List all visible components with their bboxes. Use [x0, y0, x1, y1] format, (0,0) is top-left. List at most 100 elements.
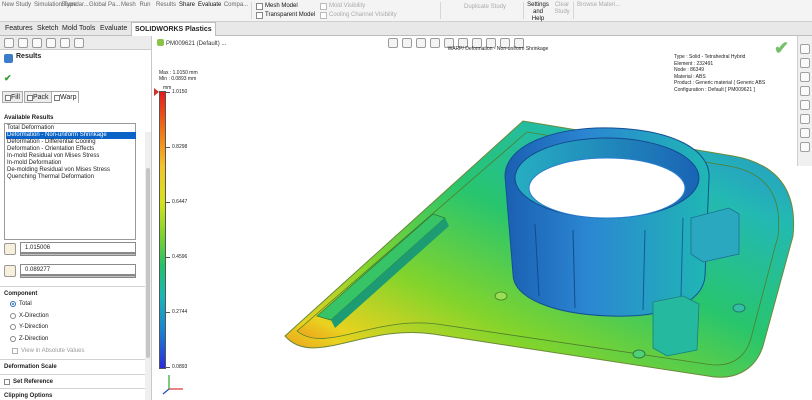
mesh-model-checkbox[interactable]	[256, 3, 263, 10]
custom-properties-icon[interactable]	[800, 114, 810, 124]
component-total-radio[interactable]: Total	[10, 300, 140, 308]
confirmation-check-icon[interactable]: ✔	[774, 38, 789, 59]
scale-tick-label: 0.2744	[172, 309, 188, 315]
plastics-manager-icon[interactable]	[74, 38, 84, 48]
scale-tick	[166, 312, 170, 313]
info-line: Configuration : Default [ PM009621 ]	[674, 86, 755, 93]
panel-scrollbar[interactable]	[145, 132, 151, 400]
run-button[interactable]: Run	[139, 2, 151, 9]
component-y-radio[interactable]: Y-Direction	[10, 323, 140, 331]
file-explorer-icon[interactable]	[800, 86, 810, 96]
list-item[interactable]: In-mold Deformation	[6, 160, 136, 167]
command-ribbon: New Study Simulation Type Boundar... Glo…	[0, 0, 812, 22]
list-item[interactable]: De-molding Residual von Mises Stress	[6, 167, 136, 174]
feature-tree-icon[interactable]	[4, 38, 14, 48]
max-value-field[interactable]: 1.015006	[4, 242, 136, 256]
list-item[interactable]: Total Deformation	[6, 125, 136, 132]
radio-label: Z-Direction	[19, 336, 49, 342]
results-list[interactable]: Total Deformation Deformation - Non-unif…	[4, 123, 136, 240]
share-button[interactable]: Share	[179, 2, 195, 9]
browse-material-button[interactable]: Browse Materi...	[577, 2, 620, 9]
ribbon-separator	[440, 2, 441, 19]
divider	[0, 388, 150, 389]
component-z-radio[interactable]: Z-Direction	[10, 335, 140, 343]
tab-sketch[interactable]: Sketch	[34, 22, 61, 36]
clear-study-button[interactable]: Clear Study	[554, 2, 570, 16]
results-button[interactable]: Results	[156, 2, 176, 9]
list-item[interactable]: Deformation - Orientation Effects	[6, 146, 136, 153]
radio-selected-icon	[10, 301, 16, 307]
resources-icon[interactable]	[800, 58, 810, 68]
appearances-icon[interactable]	[800, 100, 810, 110]
tab-evaluate[interactable]: Evaluate	[97, 22, 130, 36]
configuration-manager-icon[interactable]	[32, 38, 42, 48]
radio-icon	[10, 313, 16, 319]
radio-label: X-Direction	[19, 313, 49, 319]
deformation-scale-label[interactable]: Deformation Scale	[4, 364, 57, 370]
list-item[interactable]: Deformation - Non-uniform Shrinkage	[6, 132, 136, 139]
duplicate-study-button[interactable]: Duplicate Study	[464, 4, 506, 11]
graphics-viewport[interactable]: PM009621 (Default) ... WARP/ Deformation…	[153, 36, 812, 400]
evaluate-button[interactable]: Evaluate	[198, 2, 221, 9]
min-max-readout: Max : 1.0150 mm Min : 0.0893 mm	[159, 70, 198, 82]
global-parameters-button[interactable]: Global Pa...	[89, 2, 120, 9]
settings-help-button[interactable]: Settings and Help	[526, 2, 550, 23]
scale-tick-label: 0.8298	[172, 144, 188, 150]
plastics-library-icon[interactable]	[800, 128, 810, 138]
display-manager-icon[interactable]	[60, 38, 70, 48]
list-item[interactable]: Quenching Thermal Deformation	[6, 174, 136, 181]
max-value-input[interactable]: 1.015006	[20, 242, 136, 253]
transparent-model-checkbox[interactable]	[256, 12, 263, 19]
tab-features[interactable]: Features	[2, 22, 36, 36]
subtab-warp[interactable]: Warp	[51, 91, 80, 103]
mold-visibility-checkbox[interactable]	[320, 3, 327, 10]
dimxpert-icon[interactable]	[46, 38, 56, 48]
compare-button[interactable]: Compa...	[223, 2, 249, 9]
tab-solidworks-plastics[interactable]: SOLIDWORKS Plastics	[131, 22, 216, 36]
mold-visibility-label[interactable]: Mold Visibility	[329, 3, 365, 10]
result-caption: WARP/ Deformation - Non-uniform Shrinkag…	[447, 46, 549, 52]
zoom-fit-icon[interactable]	[388, 38, 398, 48]
triad-axes-icon	[162, 375, 183, 395]
results-icon	[4, 54, 13, 63]
cooling-channel-visibility-checkbox[interactable]	[320, 12, 327, 19]
property-manager-icon[interactable]	[18, 38, 28, 48]
scrollbar-thumb[interactable]	[146, 168, 150, 358]
list-item[interactable]: In-mold Residual von Mises Stress	[6, 153, 136, 160]
forum-icon[interactable]	[800, 142, 810, 152]
results-property-manager: Results ✔ Fill Pack Warp Available Resul…	[0, 36, 152, 400]
cooling-channel-visibility-label[interactable]: Cooling Channel Visibility	[329, 12, 397, 19]
boundary-conditions-button[interactable]: Boundar...	[61, 2, 89, 9]
list-item[interactable]: Deformation - Differential Cooling	[6, 139, 136, 146]
new-study-button[interactable]: New Study	[2, 2, 31, 9]
radio-icon	[10, 324, 16, 330]
mesh-model-label[interactable]: Mesh Model	[265, 3, 298, 10]
warp-result-model[interactable]	[273, 106, 812, 400]
simulation-type-button[interactable]: Simulation Type	[34, 2, 77, 9]
max-value-slider[interactable]	[20, 253, 136, 256]
min-value-field[interactable]: 0.089277	[4, 264, 136, 278]
min-value-input[interactable]: 0.089277	[20, 264, 136, 275]
subtab-pack[interactable]: Pack	[24, 91, 52, 103]
set-reference-checkbox[interactable]: Set Reference	[4, 378, 134, 386]
mesh-button[interactable]: Mesh	[121, 2, 136, 9]
transparent-model-label[interactable]: Transparent Model	[265, 12, 315, 19]
clipping-options-label[interactable]: Clipping Options	[4, 393, 52, 399]
divider	[0, 374, 150, 375]
absolute-values-checkbox[interactable]: View in Absolute Values	[12, 347, 142, 355]
info-line: Product : Generic material ( Generic ABS	[674, 80, 766, 86]
part-name: PM009621 (Default) ...	[166, 41, 227, 47]
screw-boss-shape	[494, 291, 508, 301]
ok-check-icon[interactable]: ✔	[4, 73, 12, 84]
tab-mold-tools[interactable]: Mold Tools	[59, 22, 98, 36]
boss-hole-shape	[528, 157, 686, 219]
component-x-radio[interactable]: X-Direction	[10, 312, 140, 320]
home-icon[interactable]	[800, 44, 810, 54]
subtab-fill[interactable]: Fill	[2, 91, 23, 103]
design-library-icon[interactable]	[800, 72, 810, 82]
min-value-slider[interactable]	[20, 275, 136, 278]
scale-tick-label: 0.4596	[172, 254, 188, 260]
scale-tick	[166, 147, 170, 148]
feature-tree-flyout[interactable]: PM009621 (Default) ...	[157, 39, 226, 47]
radio-label: Total	[19, 301, 32, 307]
